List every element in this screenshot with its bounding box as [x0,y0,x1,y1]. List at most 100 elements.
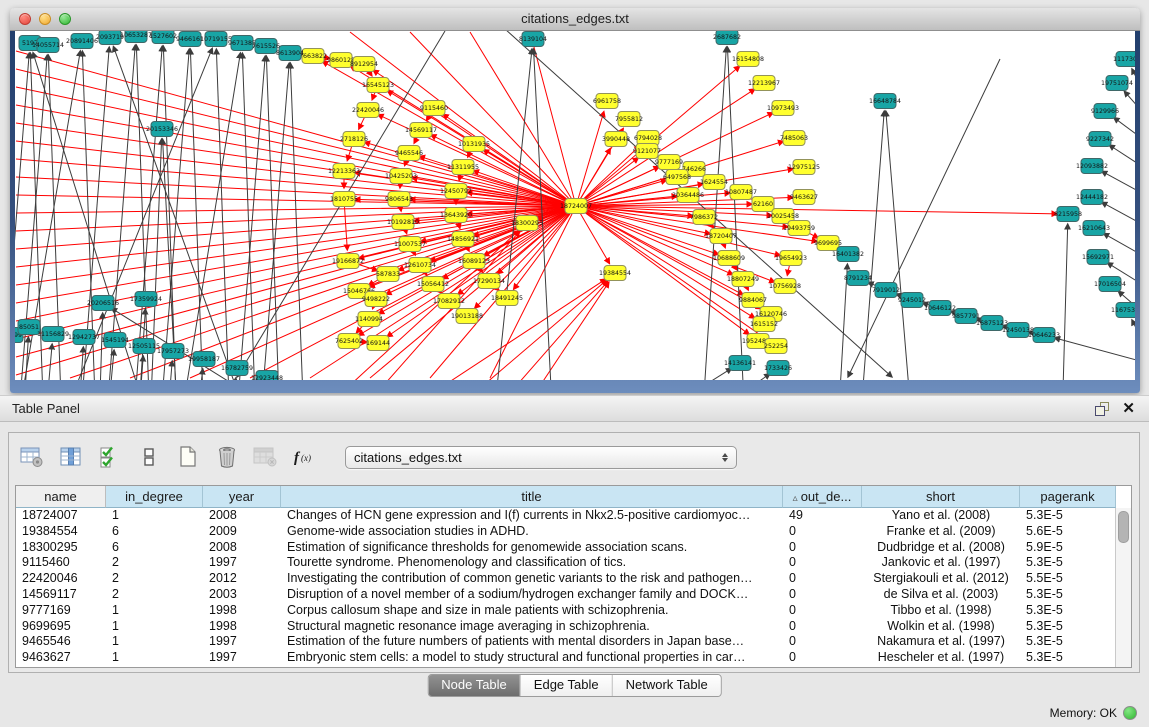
column-header-out_de[interactable]: ▵out_de... [783,486,862,508]
column-header-name[interactable]: name [16,486,106,508]
table-cell[interactable]: 1998 [203,603,281,619]
network-node[interactable]: 19013188 [451,309,483,324]
table-cell[interactable]: Corpus callosum shape and size in male p… [281,603,783,619]
table-cell[interactable]: 0 [783,603,862,619]
table-cell[interactable]: 2008 [203,508,281,524]
column-header-short[interactable]: short [862,486,1020,508]
table-cell[interactable]: Wolkin et al. (1998) [862,619,1020,635]
close-panel-icon[interactable]: ✕ [1122,399,1135,419]
network-node[interactable]: 11156829 [37,327,69,342]
network-canvas[interactable]: 1872400718300295193845546961758795581239… [15,31,1135,380]
table-cell[interactable]: 1997 [203,650,281,666]
network-node[interactable]: 18491245 [491,291,523,306]
network-node[interactable]: 6961758 [593,94,621,109]
table-cell[interactable]: Disruption of a novel member of a sodium… [281,587,783,603]
column-header-in_degree[interactable]: in_degree [106,486,203,508]
table-cell[interactable]: 1 [106,603,203,619]
table-row[interactable]: 969969511998Structural magnetic resonanc… [16,619,1131,635]
table-cell[interactable]: 5.3E-5 [1020,555,1116,571]
table-cell[interactable]: 2009 [203,524,281,540]
table-cell[interactable]: 5.5E-5 [1020,571,1116,587]
window-titlebar[interactable]: citations_edges.txt [10,8,1140,31]
table-row[interactable]: 977716911998Corpus callosum shape and si… [16,603,1131,619]
network-node[interactable]: 12093882 [1076,159,1108,174]
table-cell[interactable]: 5.3E-5 [1020,634,1116,650]
network-node[interactable]: 9115460 [420,101,448,116]
tab-node-table[interactable]: Node Table [428,675,520,696]
table-cell[interactable]: Investigating the contribution of common… [281,571,783,587]
network-node[interactable]: 1545194 [101,333,129,348]
table-cell[interactable]: 2 [106,555,203,571]
network-node[interactable]: 2687682 [713,31,741,45]
network-node[interactable]: 14055714 [32,38,64,53]
table-cell[interactable]: 1 [106,508,203,524]
table-cell[interactable]: 22420046 [16,571,106,587]
table-cell[interactable]: Estimation of significance thresholds fo… [281,540,783,556]
table-cell[interactable]: 0 [783,555,862,571]
network-node[interactable]: 1733426 [764,361,792,376]
table-selector-dropdown[interactable]: citations_edges.txt [345,446,737,469]
table-cell[interactable]: 1997 [203,634,281,650]
network-node[interactable]: 1140994 [355,312,383,327]
table-cell[interactable]: 1997 [203,555,281,571]
column-header-title[interactable]: title [281,486,783,508]
table-cell[interactable]: 5.9E-5 [1020,540,1116,556]
network-node[interactable]: 13643920 [440,208,472,223]
table-cell[interactable]: 1 [106,650,203,666]
network-node[interactable]: 17016504 [1094,277,1126,292]
table-cell[interactable]: 6 [106,540,203,556]
network-node[interactable]: 9245012 [898,293,926,308]
network-node[interactable]: 19493759 [783,221,815,236]
table-cell[interactable]: 5.3E-5 [1020,603,1116,619]
table-cell[interactable]: 9115460 [16,555,106,571]
network-node[interactable]: 7986372 [690,210,718,225]
network-node[interactable]: 8791234 [844,271,872,286]
network-node[interactable]: 18807249 [727,272,759,287]
network-node[interactable]: 17082912 [433,294,465,309]
table-cell[interactable]: 2003 [203,587,281,603]
table-cell[interactable]: 5.3E-5 [1020,650,1116,666]
network-node[interactable]: 22420046 [352,103,384,118]
table-row[interactable]: 1830029562008Estimation of significance … [16,540,1131,556]
network-node[interactable]: 169144 [366,336,390,351]
network-node[interactable]: 20153346 [146,122,178,137]
network-node[interactable]: 7625402 [335,334,363,349]
network-node[interactable]: 18300295 [511,216,543,231]
network-node[interactable]: 9498222 [362,292,390,307]
table-cell[interactable]: 2012 [203,571,281,587]
table-cell[interactable]: Nakamura et al. (1997) [862,634,1020,650]
delete-table-icon[interactable] [214,444,240,470]
table-cell[interactable]: Jankovic et al. (1997) [862,555,1020,571]
network-node[interactable]: 14856921 [447,232,479,247]
table-cell[interactable]: 9777169 [16,603,106,619]
network-node[interactable]: 587833 [376,267,400,282]
network-node[interactable]: 9465546 [395,146,423,161]
column-header-year[interactable]: year [203,486,281,508]
table-cell[interactable]: Stergiakouli et al. (2012) [862,571,1020,587]
network-node[interactable]: 7955812 [615,112,643,127]
scrollbar-thumb[interactable] [1118,511,1129,543]
network-node[interactable]: 19166872 [332,254,364,269]
table-cell[interactable]: 49 [783,508,862,524]
table-row[interactable]: 1456911722003Disruption of a novel membe… [16,587,1131,603]
network-node[interactable]: 9884067 [739,293,767,308]
network-node[interactable]: 1810755 [330,192,358,207]
table-row[interactable]: 2242004622012Investigating the contribut… [16,571,1131,587]
network-node[interactable]: 1117304 [1113,52,1135,67]
network-node[interactable]: 2718126 [340,132,368,147]
network-node[interactable]: 16545123 [362,78,394,93]
table-cell[interactable]: 9699695 [16,619,106,635]
network-node[interactable]: 1527602 [149,31,177,44]
table-cell[interactable]: Changes of HCN gene expression and I(f) … [281,508,783,524]
table-cell[interactable]: Dudbridge et al. (2008) [862,540,1020,556]
select-columns-icon[interactable] [97,444,123,470]
table-row[interactable]: 946554611997Estimation of the future num… [16,634,1131,650]
network-node[interactable]: 12610734 [404,258,436,273]
network-node[interactable]: 17359924 [130,292,162,307]
show-columns-icon[interactable] [58,444,84,470]
network-node[interactable]: 19751074 [1101,76,1133,91]
table-cell[interactable]: 0 [783,587,862,603]
network-node[interactable]: 10425203 [385,169,417,184]
network-node[interactable]: 12505115 [128,339,160,354]
network-node[interactable]: 10688609 [713,251,745,266]
